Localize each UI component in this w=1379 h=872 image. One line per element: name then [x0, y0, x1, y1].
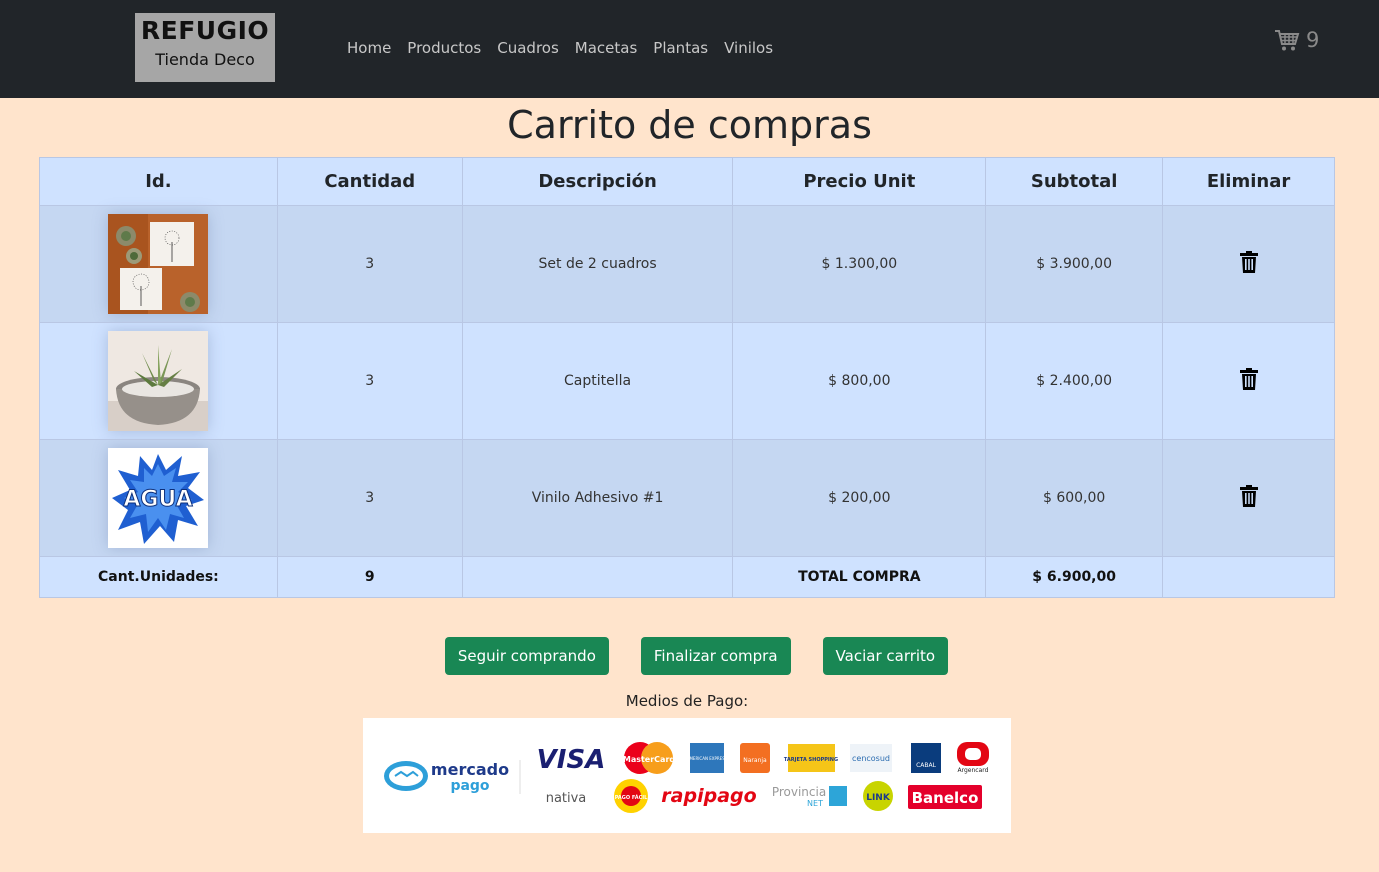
nav-link-plantas[interactable]: Plantas	[653, 39, 708, 57]
naranja-text: Naranja	[743, 757, 767, 764]
nav-link-macetas[interactable]: Macetas	[575, 39, 638, 57]
price-cell: $ 200,00	[732, 439, 987, 557]
provincia-net-logo: Provincia NET	[772, 785, 847, 808]
naranja-logo: Naranja	[740, 743, 770, 773]
header-descripcion: Descripción	[461, 157, 734, 206]
planta-image	[108, 331, 209, 431]
delete-cell	[1162, 439, 1335, 557]
empty-cart-button[interactable]: Vaciar carrito	[822, 637, 949, 675]
brand-logo[interactable]: REFUGIO Tienda Deco	[135, 13, 275, 82]
subtotal-cell: $ 3.900,00	[985, 205, 1164, 323]
vinilo-text: AGUA	[124, 487, 193, 512]
total-label: TOTAL COMPRA	[732, 556, 987, 598]
provincia-text: Provincia	[772, 785, 826, 799]
table-header-row: Id. Cantidad Descripción Precio Unit Sub…	[39, 157, 1335, 206]
argencard-logo: Argencard	[957, 742, 989, 774]
footer-empty-cell	[461, 556, 734, 598]
brand-subtitle: Tienda Deco	[155, 50, 255, 69]
cart-widget[interactable]: 9	[1274, 28, 1319, 52]
price-cell: $ 800,00	[732, 322, 987, 440]
price-cell: $ 1.300,00	[732, 205, 987, 323]
units-value: 9	[276, 556, 463, 598]
header-eliminar: Eliminar	[1162, 157, 1335, 206]
vinilo-image: AGUA	[108, 448, 209, 548]
desc-cell: Vinilo Adhesivo #1	[461, 439, 734, 557]
link-logo: LINK	[863, 781, 893, 811]
trash-icon[interactable]	[1239, 485, 1258, 511]
header-precio: Precio Unit	[732, 157, 987, 206]
link-text: LINK	[866, 793, 891, 803]
table-row: AGUA 3 Vinilo Adhesivo #1 $ 200,00 $ 600…	[39, 439, 1335, 557]
total-value: $ 6.900,00	[985, 556, 1164, 598]
page-title: Carrito de compras	[507, 103, 872, 147]
checkout-button[interactable]: Finalizar compra	[640, 637, 791, 675]
qty-cell: 3	[276, 322, 463, 440]
nav-link-cuadros[interactable]: Cuadros	[497, 39, 559, 57]
product-image-cell	[39, 205, 278, 323]
cart-actions: Seguir comprando Finalizar compra Vaciar…	[0, 637, 1379, 675]
nav-link-vinilos[interactable]: Vinilos	[724, 39, 773, 57]
product-image-cell: AGUA	[39, 439, 278, 557]
argencard-text: Argencard	[958, 767, 989, 774]
table-row: 3 Set de 2 cuadros $ 1.300,00 $ 3.900,00	[39, 205, 1335, 323]
amex-text: AMERICAN EXPRESS	[687, 756, 728, 761]
tarjeta-shopping-logo: TARJETA SHOPPING	[784, 744, 838, 772]
trash-icon[interactable]	[1239, 251, 1258, 277]
net-text: NET	[807, 799, 823, 808]
mp-line2: pago	[450, 778, 489, 794]
mp-line1: mercado	[431, 760, 509, 779]
cabal-logo: CABAL	[911, 743, 941, 773]
navbar: REFUGIO Tienda Deco Home Productos Cuadr…	[0, 0, 1379, 98]
table-row: 3 Captitella $ 800,00 $ 2.400,00	[39, 322, 1335, 440]
delete-cell	[1162, 205, 1335, 323]
payment-methods-label: Medios de Pago:	[625, 692, 749, 710]
cencosud-text: cencosud	[852, 754, 890, 763]
footer-empty-cell	[1162, 556, 1335, 598]
mastercard-logo: MasterCard	[623, 742, 676, 774]
payment-methods-image: mercado pago VISA MasterCard AMERICAN EX…	[363, 718, 1011, 833]
banelco-text: Banelco	[912, 789, 979, 807]
cencosud-logo: cencosud	[850, 744, 892, 772]
rapipago-logo: rapipago	[661, 785, 756, 807]
table-footer-row: Cant.Unidades: 9 TOTAL COMPRA $ 6.900,00	[39, 556, 1335, 598]
mastercard-text: MasterCard	[623, 755, 676, 764]
subtotal-cell: $ 600,00	[985, 439, 1164, 557]
amex-logo: AMERICAN EXPRESS	[687, 743, 728, 773]
desc-cell: Captitella	[461, 322, 734, 440]
cuadros-image	[108, 214, 209, 314]
continue-shopping-button[interactable]: Seguir comprando	[444, 637, 609, 675]
cart-count: 9	[1306, 28, 1320, 52]
visa-logo: VISA	[537, 745, 606, 775]
brand-title: REFUGIO	[140, 16, 270, 45]
trash-icon[interactable]	[1239, 368, 1258, 394]
mercadopago-logo: mercado pago	[384, 760, 521, 794]
desc-cell: Set de 2 cuadros	[461, 205, 734, 323]
nav-link-productos[interactable]: Productos	[407, 39, 481, 57]
cart-icon	[1275, 30, 1300, 51]
qty-cell: 3	[276, 439, 463, 557]
product-image-cell	[39, 322, 278, 440]
cabal-text: CABAL	[916, 762, 937, 769]
header-subtotal: Subtotal	[985, 157, 1164, 206]
units-label: Cant.Unidades:	[39, 556, 278, 598]
nav-link-home[interactable]: Home	[347, 39, 391, 57]
pagofacil-text: PAGO FÁCIL	[615, 794, 648, 801]
banelco-logo: Banelco	[908, 785, 982, 809]
cart-table: Id. Cantidad Descripción Precio Unit Sub…	[39, 157, 1335, 598]
delete-cell	[1162, 322, 1335, 440]
qty-cell: 3	[276, 205, 463, 323]
header-id: Id.	[39, 157, 278, 206]
shopping-text: TARJETA SHOPPING	[784, 757, 838, 763]
subtotal-cell: $ 2.400,00	[985, 322, 1164, 440]
pagofacil-logo: PAGO FÁCIL	[614, 779, 648, 813]
header-cantidad: Cantidad	[276, 157, 463, 206]
nav-links: Home Productos Cuadros Macetas Plantas V…	[347, 39, 773, 57]
nativa-logo: nativa	[546, 791, 587, 806]
